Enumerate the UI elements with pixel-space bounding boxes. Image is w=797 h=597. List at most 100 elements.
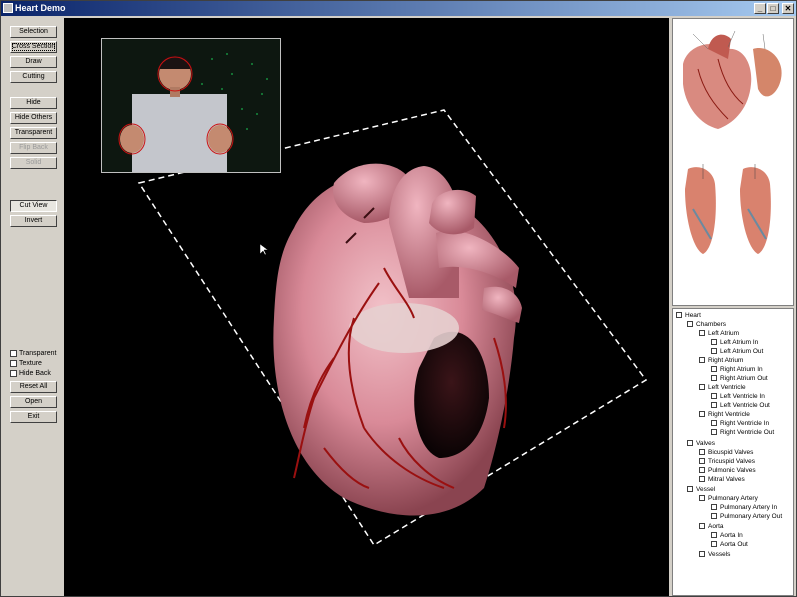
texture-checkbox[interactable]: Texture (10, 359, 42, 368)
transparent-checkbox[interactable]: Transparent (10, 349, 56, 358)
checkbox-icon[interactable] (711, 402, 717, 409)
exit-button[interactable]: Exit (10, 411, 57, 423)
tree-label: Pulmonary Artery Out (720, 513, 783, 520)
checkbox-icon[interactable] (711, 532, 717, 539)
tree-label: Mitral Valves (708, 476, 745, 483)
checkbox-icon[interactable] (687, 486, 693, 493)
checkbox-label: Texture (19, 360, 42, 367)
checkbox-icon[interactable] (699, 476, 705, 483)
maximize-button[interactable]: □ (767, 3, 779, 14)
checkbox-label: Transparent (19, 350, 57, 357)
tree-item-bicuspid-valves[interactable]: Bicuspid Valves (699, 448, 753, 457)
reference-illustrations (673, 19, 793, 305)
close-button[interactable]: ✕ (782, 3, 794, 14)
tree-label: Chambers (696, 321, 726, 328)
tree-item-mitral-valves[interactable]: Mitral Valves (699, 475, 745, 484)
checkbox-icon[interactable] (699, 330, 705, 337)
tree-item-aorta-in[interactable]: Aorta In (711, 531, 743, 540)
checkbox-icon[interactable] (711, 339, 717, 346)
invert-button[interactable]: Invert (10, 215, 57, 227)
tree-item-valves[interactable]: Valves (687, 439, 715, 448)
tree-item-right-atrium-in[interactable]: Right Atrium In (711, 365, 763, 374)
checkbox-icon[interactable] (676, 312, 682, 319)
solid-button[interactable]: Solid (10, 157, 57, 169)
reset-all-button[interactable]: Reset All (10, 381, 57, 393)
tree-label: Right Atrium (708, 357, 744, 364)
draw-button[interactable]: Draw (10, 56, 57, 68)
tree-item-vessel[interactable]: Vessel (687, 485, 715, 494)
3d-viewport[interactable] (64, 18, 669, 596)
checkbox-icon[interactable] (711, 393, 717, 400)
tree-item-right-ventricle[interactable]: Right Ventricle (699, 410, 750, 419)
tree-label: Valves (696, 440, 716, 447)
checkbox-icon[interactable] (711, 348, 717, 355)
checkbox-icon[interactable] (699, 357, 705, 364)
checkbox-box[interactable] (10, 359, 17, 367)
hide-back-checkbox[interactable]: Hide Back (10, 369, 51, 378)
open-button[interactable]: Open (10, 396, 57, 408)
checkbox-icon[interactable] (711, 366, 717, 373)
hide-others-button[interactable]: Hide Others (10, 112, 57, 124)
tree-label: Left Ventricle Out (720, 402, 770, 409)
checkbox-icon[interactable] (699, 495, 705, 502)
tree-item-chambers[interactable]: Chambers (687, 320, 726, 329)
title-bar[interactable]: Heart Demo _ □ ✕ (1, 1, 796, 16)
checkbox-icon[interactable] (699, 467, 705, 474)
minimize-button[interactable]: _ (754, 3, 766, 14)
cross-section-button[interactable]: Cross Section (10, 41, 57, 53)
tree-item-vessels[interactable]: Vessels (699, 550, 730, 559)
hide-button[interactable]: Hide (10, 97, 57, 109)
tree-item-heart[interactable]: Heart (676, 311, 701, 320)
tree-label: Bicuspid Valves (708, 449, 754, 456)
cut-view-button[interactable]: Cut View (10, 200, 57, 212)
tree-item-left-ventricle[interactable]: Left Ventricle (699, 383, 746, 392)
checkbox-icon[interactable] (699, 411, 705, 418)
tree-item-tricuspid-valves[interactable]: Tricuspid Valves (699, 457, 755, 466)
tree-item-pulmonic-valves[interactable]: Pulmonic Valves (699, 466, 756, 475)
checkbox-icon[interactable] (711, 541, 717, 548)
checkbox-icon[interactable] (699, 449, 705, 456)
tree-item-left-ventricle-out[interactable]: Left Ventricle Out (711, 401, 770, 410)
tree-label: Aorta In (720, 532, 743, 539)
tree-item-left-atrium-in[interactable]: Left Atrium In (711, 338, 758, 347)
checkbox-icon[interactable] (699, 384, 705, 391)
tree-item-aorta[interactable]: Aorta (699, 522, 724, 531)
tree-item-right-atrium[interactable]: Right Atrium (699, 356, 743, 365)
tree-item-pulmonary-artery-in[interactable]: Pulmonary Artery In (711, 503, 777, 512)
checkbox-icon[interactable] (699, 523, 705, 530)
transparent-button[interactable]: Transparent (10, 127, 57, 139)
tree-item-pulmonary-artery[interactable]: Pulmonary Artery (699, 494, 758, 503)
flip-back-button[interactable]: Flip Back (10, 142, 57, 154)
structure-tree: Heart Chambers Left Atrium Left Atrium I… (672, 308, 794, 596)
tree-item-pulmonary-artery-out[interactable]: Pulmonary Artery Out (711, 512, 782, 521)
checkbox-icon[interactable] (687, 321, 693, 328)
selection-button[interactable]: Selection (10, 26, 57, 38)
camera-feed (102, 39, 280, 172)
tree-label: Right Atrium Out (720, 375, 768, 382)
checkbox-label: Hide Back (19, 370, 51, 377)
checkbox-icon[interactable] (711, 375, 717, 382)
tree-item-left-atrium[interactable]: Left Atrium (699, 329, 739, 338)
checkbox-icon[interactable] (711, 504, 717, 511)
checkbox-box[interactable] (10, 349, 17, 357)
reference-image-panel (672, 18, 794, 306)
tree-label: Right Ventricle In (720, 420, 770, 427)
checkbox-box[interactable] (10, 369, 17, 377)
tree-item-left-ventricle-in[interactable]: Left Ventricle In (711, 392, 765, 401)
checkbox-icon[interactable] (699, 551, 705, 558)
tree-item-right-ventricle-out[interactable]: Right Ventricle Out (711, 428, 774, 437)
valve-region[interactable] (349, 303, 459, 353)
checkbox-icon[interactable] (711, 513, 717, 520)
checkbox-icon[interactable] (699, 458, 705, 465)
checkbox-icon[interactable] (711, 420, 717, 427)
checkbox-icon[interactable] (687, 440, 693, 447)
tree-label: Heart (685, 312, 701, 319)
tree-label: Pulmonary Artery In (720, 504, 778, 511)
app-icon (3, 3, 13, 13)
checkbox-icon[interactable] (711, 429, 717, 436)
tree-item-aorta-out[interactable]: Aorta Out (711, 540, 748, 549)
tree-item-left-atrium-out[interactable]: Left Atrium Out (711, 347, 763, 356)
tree-item-right-ventricle-in[interactable]: Right Ventricle In (711, 419, 769, 428)
cutting-button[interactable]: Cutting (10, 71, 57, 83)
tree-item-right-atrium-out[interactable]: Right Atrium Out (711, 374, 768, 383)
